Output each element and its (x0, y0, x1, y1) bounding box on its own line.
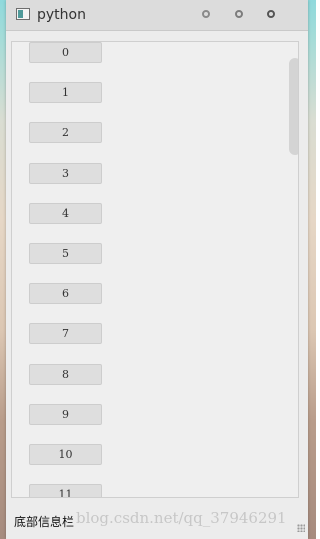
status-bar-label: 底部信息栏 (14, 515, 75, 529)
number-button-9[interactable]: 9 (29, 404, 102, 425)
number-button-11[interactable]: 11 (29, 484, 102, 497)
vertical-scrollbar[interactable] (288, 56, 298, 486)
title-bar[interactable]: python (6, 0, 308, 31)
number-button-6[interactable]: 6 (29, 283, 102, 304)
number-button-3[interactable]: 3 (29, 163, 102, 184)
window-title: python (37, 7, 86, 23)
scrollbar-thumb[interactable] (289, 58, 298, 155)
status-bar: blog.csdn.net/qq_37946291 底部信息栏 (6, 507, 308, 539)
app-window-icon (16, 8, 30, 20)
button-scroll-area[interactable]: 0 1 2 3 4 5 6 7 8 9 10 11 (11, 41, 299, 498)
number-button-0[interactable]: 0 (29, 42, 102, 63)
number-button-8[interactable]: 8 (29, 364, 102, 385)
desktop-background: python 0 1 2 3 4 5 6 7 8 9 10 11 blog.csdn.net/qq_3… (0, 0, 316, 539)
close-icon[interactable] (267, 10, 275, 18)
resize-grip-icon[interactable] (297, 524, 305, 532)
number-button-2[interactable]: 2 (29, 122, 102, 143)
number-button-4[interactable]: 4 (29, 203, 102, 224)
number-button-1[interactable]: 1 (29, 82, 102, 103)
minimize-icon[interactable] (202, 10, 210, 18)
maximize-icon[interactable] (235, 10, 243, 18)
app-window: python 0 1 2 3 4 5 6 7 8 9 10 11 blog.csdn.net/qq_3… (6, 0, 308, 539)
watermark-text: blog.csdn.net/qq_37946291 (76, 509, 287, 527)
number-button-10[interactable]: 10 (29, 444, 102, 465)
number-button-7[interactable]: 7 (29, 323, 102, 344)
number-button-5[interactable]: 5 (29, 243, 102, 264)
